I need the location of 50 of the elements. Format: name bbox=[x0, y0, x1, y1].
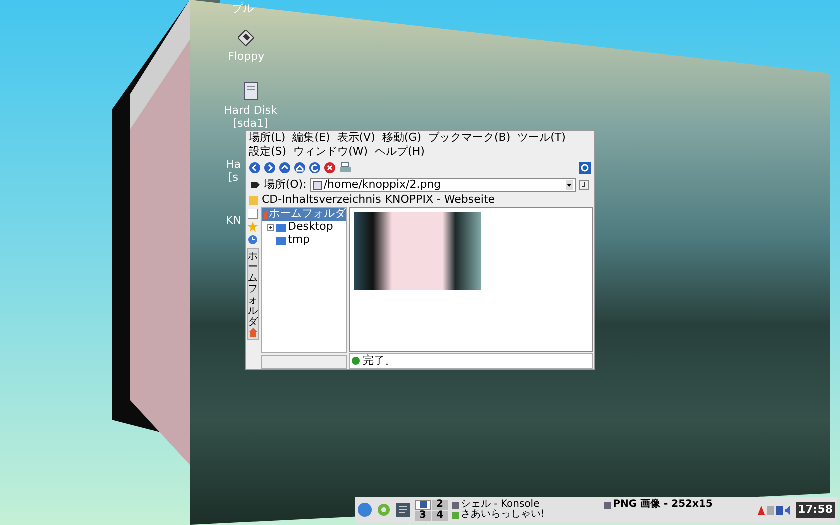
up-icon[interactable] bbox=[279, 162, 291, 174]
floppy-icon[interactable] bbox=[238, 30, 254, 46]
tree-item[interactable]: tmp bbox=[262, 234, 346, 247]
location-field[interactable]: /home/knoppix/2.png bbox=[310, 178, 576, 192]
terminal-icon[interactable] bbox=[395, 502, 411, 518]
location-label: 場所(O): bbox=[264, 176, 307, 193]
task-button[interactable]: さあいらっしゃい! bbox=[452, 510, 586, 520]
icon-label[interactable]: KN bbox=[226, 214, 242, 227]
status-dot-icon bbox=[352, 357, 360, 365]
desktop-pager-button[interactable]: 3 bbox=[415, 510, 431, 520]
app-icon bbox=[604, 502, 612, 508]
menu-item[interactable]: 移動(G) bbox=[382, 131, 422, 145]
tree-item[interactable]: Desktop bbox=[262, 221, 346, 234]
menu-item[interactable]: ブックマーク(B) bbox=[428, 131, 511, 145]
go-icon[interactable] bbox=[579, 180, 589, 190]
desktop-pager-button[interactable] bbox=[415, 500, 431, 510]
gear-logo-icon bbox=[579, 162, 591, 174]
print-icon[interactable] bbox=[339, 162, 352, 174]
menu-item[interactable]: ウィンドウ(W) bbox=[294, 145, 368, 159]
menu-item[interactable]: 場所(L) bbox=[249, 131, 286, 145]
sidebar-tab[interactable]: ホームフォルダ bbox=[247, 248, 259, 340]
back-icon[interactable] bbox=[249, 162, 261, 174]
task-button[interactable]: シェル - Konsole bbox=[452, 500, 586, 510]
note-icon[interactable] bbox=[248, 209, 258, 219]
folder-icon bbox=[249, 196, 258, 204]
status-text: 完了。 bbox=[363, 352, 396, 369]
arrow-icon bbox=[251, 181, 261, 189]
globe-icon[interactable] bbox=[357, 502, 373, 518]
desktop-pager-button[interactable]: 4 bbox=[432, 510, 448, 520]
bookmark-link[interactable]: KNOPPIX - Webseite bbox=[385, 192, 496, 208]
clock[interactable]: 17:58 bbox=[796, 502, 835, 518]
clock-icon[interactable] bbox=[248, 235, 258, 245]
menu-item[interactable]: 設定(S) bbox=[249, 145, 287, 159]
window-icon bbox=[420, 501, 426, 508]
bookmark-link[interactable]: CD-Inhaltsverzeichnis bbox=[262, 192, 382, 208]
menu-item[interactable]: ツール(T) bbox=[518, 131, 566, 145]
expander-icon[interactable] bbox=[267, 224, 274, 231]
menu-item[interactable]: 編集(E) bbox=[292, 131, 330, 145]
task-button[interactable]: PNG 画像 - 252x15 bbox=[604, 500, 754, 510]
menu-item[interactable]: 表示(V) bbox=[337, 131, 376, 145]
forward-icon[interactable] bbox=[264, 162, 276, 174]
reload-icon[interactable] bbox=[309, 162, 321, 174]
dropdown-icon[interactable] bbox=[566, 180, 574, 190]
star-icon[interactable] bbox=[248, 222, 258, 232]
menu-item[interactable]: ヘルプ(H) bbox=[375, 145, 425, 159]
stop-icon[interactable] bbox=[324, 162, 336, 174]
file-icon bbox=[312, 180, 322, 190]
speaker-icon[interactable] bbox=[784, 506, 792, 514]
tree-item[interactable]: ホームフォルダ bbox=[262, 208, 346, 221]
desktop-pager-button[interactable]: 2 bbox=[432, 500, 448, 510]
